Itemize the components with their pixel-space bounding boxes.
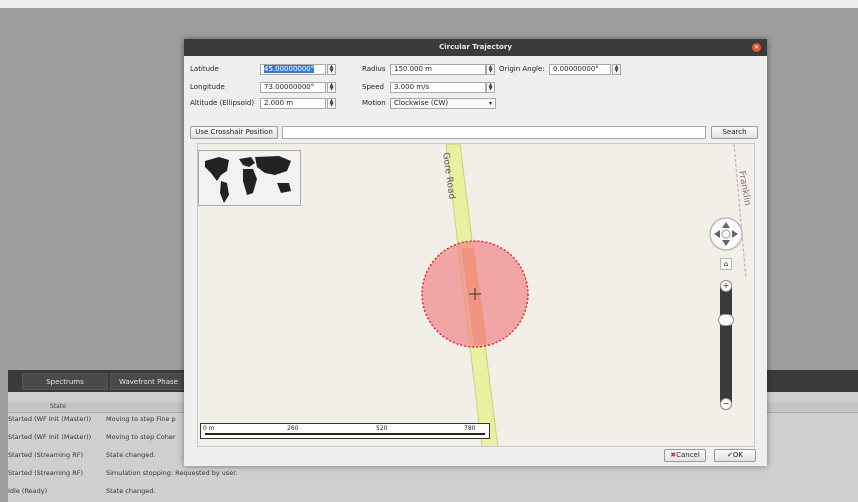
scale-line xyxy=(205,433,485,435)
latitude-spinner[interactable]: ▲ ▼ xyxy=(327,64,336,75)
map-view[interactable]: Gore Road Franklin ⌂ + − 0 m 260 520 780 xyxy=(197,143,755,447)
search-input[interactable] xyxy=(282,126,706,139)
motion-select[interactable]: Clockwise (CW) ▾ xyxy=(390,98,496,109)
altitude-input[interactable]: 2.000 m xyxy=(260,98,326,109)
chevron-down-icon: ▾ xyxy=(488,100,492,107)
zoom-slider[interactable] xyxy=(720,280,732,410)
cancel-button[interactable]: ✖Cancel xyxy=(664,449,706,462)
speed-label: Speed xyxy=(362,83,384,91)
zoom-in-button[interactable]: + xyxy=(720,280,732,292)
speed-spinner[interactable]: ▲ ▼ xyxy=(486,82,495,93)
dialog-titlebar[interactable]: Circular Trajectory ✕ xyxy=(184,39,767,56)
longitude-input[interactable]: 73.00000000° xyxy=(260,82,326,93)
log-header-state: State xyxy=(50,403,66,410)
longitude-spinner[interactable]: ▲ ▼ xyxy=(327,82,336,93)
home-icon[interactable]: ⌂ xyxy=(720,258,732,270)
latitude-label: Latitude xyxy=(190,65,219,73)
scale-bar: 0 m 260 520 780 xyxy=(200,423,490,439)
latitude-input[interactable]: 45.00000000° xyxy=(260,64,326,75)
search-button[interactable]: Search xyxy=(711,126,758,139)
origin-angle-input[interactable]: 0.00000000° xyxy=(549,64,611,75)
overview-minimap[interactable] xyxy=(198,150,301,206)
zoom-out-button[interactable]: − xyxy=(720,398,732,410)
tab-spectrums[interactable]: Spectrums xyxy=(22,373,108,390)
scale-tick: 780 xyxy=(464,425,476,432)
scale-tick: 260 xyxy=(287,425,299,432)
altitude-label: Altitude (Ellipsoid) xyxy=(190,99,255,107)
franklin-road xyxy=(733,144,747,280)
world-map-icon xyxy=(199,151,300,205)
radius-label: Radius xyxy=(362,65,386,73)
close-icon[interactable]: ✕ xyxy=(752,43,761,52)
scale-tick: 0 m xyxy=(203,425,215,432)
origin-angle-spinner[interactable]: ▲ ▼ xyxy=(612,64,621,75)
use-crosshair-button[interactable]: Use Crosshair Position xyxy=(190,126,278,139)
origin-angle-label: Origin Angle: xyxy=(499,65,545,73)
scale-tick: 520 xyxy=(376,425,388,432)
altitude-spinner[interactable]: ▲ ▼ xyxy=(327,98,336,109)
pan-control[interactable] xyxy=(708,216,744,252)
motion-label: Motion xyxy=(362,99,386,107)
table-row: Started (Streaming RF) Simulation stoppi… xyxy=(8,469,238,477)
zoom-slider-handle[interactable] xyxy=(718,314,734,326)
longitude-label: Longitude xyxy=(190,83,225,91)
radius-spinner[interactable]: ▲ ▼ xyxy=(486,64,495,75)
circular-trajectory-dialog: Circular Trajectory ✕ Latitude 45.000000… xyxy=(184,39,767,466)
speed-input[interactable]: 3.000 m/s xyxy=(390,82,486,93)
radius-input[interactable]: 150.000 m xyxy=(390,64,486,75)
ok-button[interactable]: ✔OK xyxy=(714,449,756,462)
dialog-title: Circular Trajectory xyxy=(439,43,512,51)
table-row: Idle (Ready) State changed. xyxy=(8,487,156,495)
tab-wavefront-phase[interactable]: Wavefront Phase xyxy=(110,373,192,390)
